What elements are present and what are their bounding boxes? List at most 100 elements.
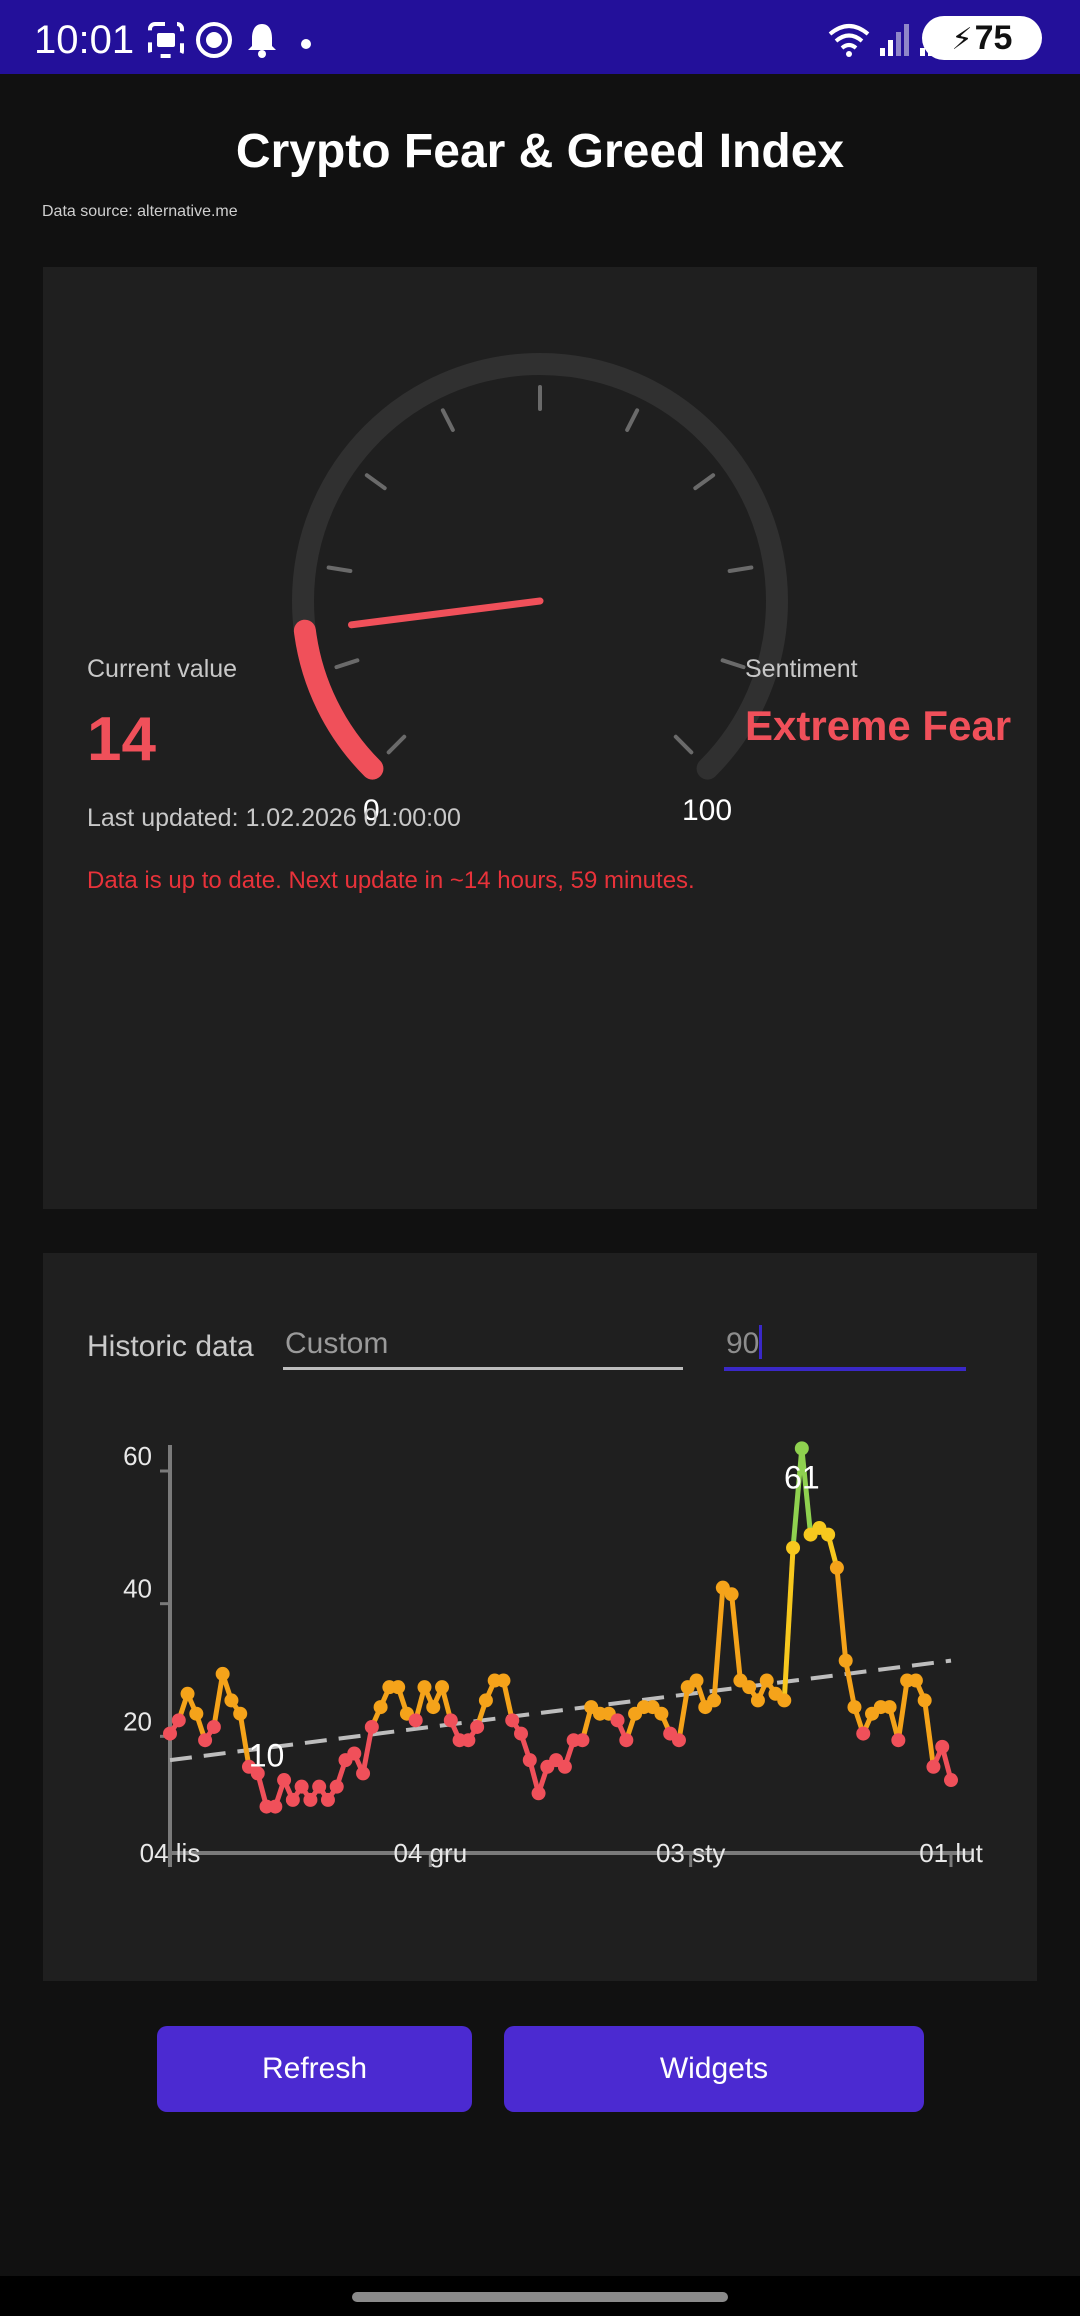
data-point: [777, 1693, 792, 1708]
data-point: [347, 1746, 362, 1761]
data-point: [724, 1587, 739, 1602]
data-point: [908, 1673, 923, 1688]
min-annotation: 10: [249, 1738, 285, 1774]
gauge-max-label: 100: [682, 794, 733, 827]
status-bar: 10:01 ⚡75: [0, 0, 1080, 74]
data-point: [163, 1726, 177, 1741]
signal-icon: [880, 24, 909, 56]
data-point: [926, 1759, 941, 1774]
data-point: [478, 1693, 493, 1708]
gauge-value-arc: [293, 619, 384, 780]
history-chart: 60 40 20 04 lis 04 gru 03 sty 01 lut 10 61: [123, 1441, 983, 1868]
series-segment: [360, 1726, 375, 1774]
data-point: [610, 1713, 625, 1728]
update-status-message: Data is up to date. Next update in ~14 h…: [87, 867, 695, 894]
gauge-tick: [326, 565, 353, 573]
data-point: [742, 1680, 757, 1695]
vpn-icon: [196, 22, 232, 58]
data-point: [856, 1726, 871, 1741]
x-tick-label: 01 lut: [919, 1838, 983, 1868]
status-time: 10:01: [34, 18, 135, 62]
data-point: [285, 1792, 300, 1807]
data-point: [671, 1733, 686, 1748]
x-tick-label: 03 sty: [656, 1838, 725, 1868]
page-title: Crypto Fear & Greed Index: [235, 125, 845, 178]
data-point: [707, 1693, 722, 1708]
gauge-tick: [334, 658, 360, 670]
sentiment-label: Sentiment: [745, 655, 858, 683]
data-point: [224, 1693, 239, 1708]
data-point: [514, 1726, 529, 1741]
data-point: [215, 1666, 230, 1681]
data-point: [575, 1733, 590, 1748]
data-point: [443, 1713, 458, 1728]
data-point: [329, 1779, 344, 1794]
data-point: [206, 1719, 221, 1734]
data-point: [882, 1700, 897, 1715]
current-value-label: Current value: [87, 655, 238, 683]
home-gesture-handle[interactable]: [352, 2292, 728, 2302]
y-tick-label: 60: [123, 1441, 152, 1471]
data-point: [935, 1739, 950, 1754]
data-point: [180, 1686, 195, 1701]
data-point: [847, 1700, 862, 1715]
data-point: [417, 1680, 432, 1695]
series-segment: [729, 1594, 743, 1681]
gauge-tick: [673, 734, 694, 755]
data-point: [786, 1540, 801, 1555]
historic-data-card: Historic data Custom 90 60 40 20 04 lis 04 g…: [43, 1253, 1037, 1981]
data-point: [303, 1792, 318, 1807]
series-segment: [237, 1713, 252, 1768]
gauge-tick: [720, 658, 746, 670]
data-source-label: Data source: alternative.me: [42, 203, 238, 220]
dot-icon: [301, 39, 311, 49]
data-point: [189, 1706, 204, 1721]
data-point: [505, 1713, 520, 1728]
wifi-icon: [828, 24, 870, 57]
data-point: [891, 1733, 906, 1748]
screenshot-icon: [148, 22, 184, 58]
last-updated-text: Last updated: 1.02.2026 01:00:00: [87, 804, 461, 832]
series-segment: [834, 1567, 849, 1661]
gauge-tick: [386, 734, 407, 755]
y-tick-label: 40: [123, 1574, 152, 1604]
data-point: [320, 1792, 335, 1807]
data-point: [171, 1713, 186, 1728]
x-tick-label: 04 lis: [140, 1838, 201, 1868]
data-point: [531, 1786, 546, 1801]
data-point: [689, 1673, 704, 1688]
max-annotation: 61: [784, 1459, 820, 1495]
data-point: [461, 1733, 476, 1748]
data-point: [233, 1706, 248, 1721]
series-segment: [211, 1673, 226, 1728]
current-value: 14: [87, 705, 156, 774]
gauge-tick: [727, 565, 754, 573]
series-segment: [843, 1660, 857, 1708]
refresh-button[interactable]: Refresh: [157, 2026, 472, 2112]
data-point: [356, 1766, 371, 1781]
data-point: [391, 1680, 406, 1695]
battery-indicator: ⚡75: [922, 16, 1042, 60]
data-point: [829, 1560, 844, 1575]
current-index-card: 0 100 Current value 14 Sentiment Extreme…: [43, 267, 1037, 1209]
sentiment-value: Extreme Fear: [745, 702, 1012, 749]
widgets-button[interactable]: Widgets: [504, 2026, 924, 2112]
data-point: [277, 1773, 292, 1788]
data-point: [408, 1713, 423, 1728]
data-point: [838, 1653, 853, 1668]
data-point: [198, 1733, 213, 1748]
data-point: [654, 1706, 669, 1721]
data-point: [426, 1700, 441, 1715]
data-point: [435, 1680, 450, 1695]
gauge-tick: [693, 473, 716, 491]
data-point: [496, 1673, 511, 1688]
data-point: [268, 1799, 283, 1814]
data-point: [312, 1779, 327, 1794]
notification-bell-icon: [248, 24, 276, 58]
gauge-tick: [440, 408, 455, 432]
data-point: [619, 1733, 634, 1748]
data-point: [557, 1759, 572, 1774]
y-tick-label: 20: [123, 1706, 152, 1736]
series-segment: [711, 1587, 726, 1701]
x-tick-label: 04 gru: [393, 1838, 467, 1868]
